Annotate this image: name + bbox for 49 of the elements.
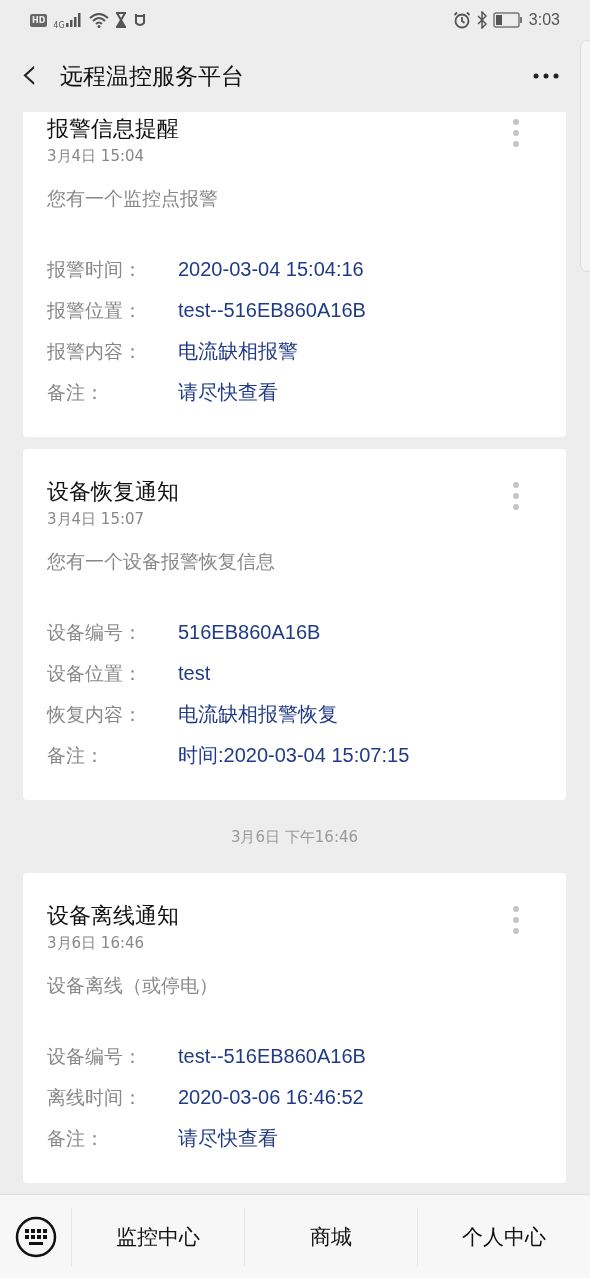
card-title: 设备离线通知 <box>47 902 179 930</box>
menu-button[interactable]: 个人中心 <box>417 1207 590 1266</box>
field-label: 备注： <box>47 1126 105 1151</box>
page-title: 远程温控服务平台 <box>60 61 246 91</box>
field-value: test--516EB860A16B <box>178 1044 366 1069</box>
field-label: 报警内容： <box>47 339 143 364</box>
field-label: 备注： <box>47 743 105 768</box>
bluetooth-icon <box>476 11 487 29</box>
field-value: 请尽快查看 <box>178 380 278 405</box>
network-label: 4G <box>53 20 65 30</box>
card-summary: 设备离线（或停电） <box>47 973 219 998</box>
field-value: 电流缺相报警恢复 <box>178 702 338 727</box>
field-value: 516EB860A16B <box>178 620 321 645</box>
field-label: 设备编号： <box>47 1044 143 1069</box>
wifi-icon <box>88 12 109 28</box>
timestamp: 3月6日 下午16:46 <box>230 828 359 847</box>
back-button[interactable]: ‹ <box>14 53 49 99</box>
alarm-clock-icon <box>452 11 471 29</box>
hourglass-icon <box>114 12 127 28</box>
field-label: 设备位置： <box>47 661 143 686</box>
signal-icon <box>64 12 83 28</box>
field-label: 恢复内容： <box>47 702 143 727</box>
field-value: 2020-03-06 16:46:52 <box>178 1085 364 1110</box>
field-label: 离线时间： <box>47 1085 143 1110</box>
field-label: 报警位置： <box>47 298 143 323</box>
menu-button[interactable]: 商城 <box>244 1207 417 1266</box>
field-label: 报警时间： <box>47 257 143 282</box>
card-title: 报警信息提醒 <box>47 115 179 143</box>
card-title: 设备恢复通知 <box>47 478 179 506</box>
field-value: 电流缺相报警 <box>178 339 298 364</box>
field-value: test <box>178 661 211 686</box>
field-value: 请尽快查看 <box>178 1126 278 1151</box>
battery-icon <box>492 12 523 28</box>
field-label: 设备编号： <box>47 620 143 645</box>
card-summary: 您有一个设备报警恢复信息 <box>47 549 276 574</box>
keyboard-icon[interactable] <box>15 1215 57 1258</box>
card-summary: 您有一个监控点报警 <box>47 186 219 211</box>
card-date: 3月4日 15:07 <box>47 509 146 529</box>
field-value: 2020-03-04 15:04:16 <box>178 257 364 282</box>
field-value: 时间:2020-03-04 15:07:15 <box>178 743 410 768</box>
clock-time: 3:03 <box>528 11 560 29</box>
card-date: 3月4日 15:04 <box>47 146 146 166</box>
more-icon[interactable] <box>532 72 560 80</box>
field-value: test--516EB860A16B <box>178 298 366 323</box>
card-date: 3月6日 16:46 <box>47 933 146 953</box>
field-label: 备注： <box>47 380 105 405</box>
menu-button[interactable]: 监控中心 <box>71 1207 244 1266</box>
hd-badge: HD <box>30 13 48 27</box>
plug-icon <box>132 12 147 28</box>
